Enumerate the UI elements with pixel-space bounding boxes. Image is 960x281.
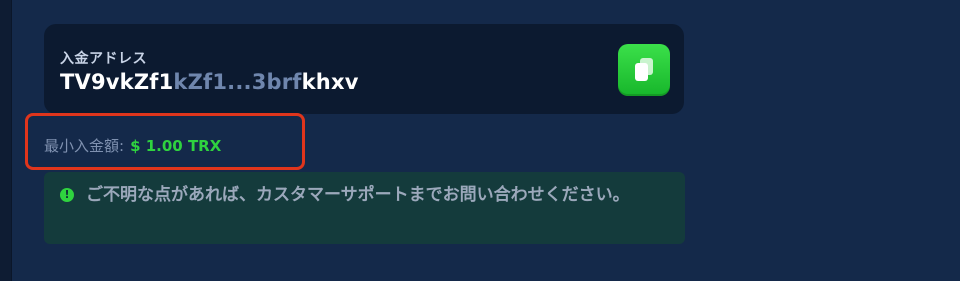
copy-address-button[interactable] bbox=[618, 44, 670, 96]
address-value[interactable]: TV9vkZf1kZf1...3brfkhxv bbox=[60, 70, 359, 94]
notice-text: ご不明な点があれば、カスタマーサポートまでお問い合わせください。 bbox=[86, 185, 630, 205]
address-label: 入金アドレス bbox=[60, 51, 147, 67]
min-deposit-row: 最小入金額: $ 1.00 TRX bbox=[44, 135, 221, 156]
address-end: khxv bbox=[301, 70, 359, 94]
min-deposit-value: $ 1.00 TRX bbox=[130, 137, 222, 155]
support-notice: ! ご不明な点があれば、カスタマーサポートまでお問い合わせください。 bbox=[44, 172, 685, 244]
min-deposit-label: 最小入金額: bbox=[44, 137, 125, 155]
info-icon: ! bbox=[60, 188, 74, 202]
copy-icon bbox=[635, 58, 653, 81]
address-start: TV9vkZf1 bbox=[60, 70, 174, 94]
address-middle: kZf1...3brf bbox=[173, 70, 302, 94]
deposit-address-card: 入金アドレス TV9vkZf1kZf1...3brfkhxv bbox=[44, 24, 684, 114]
